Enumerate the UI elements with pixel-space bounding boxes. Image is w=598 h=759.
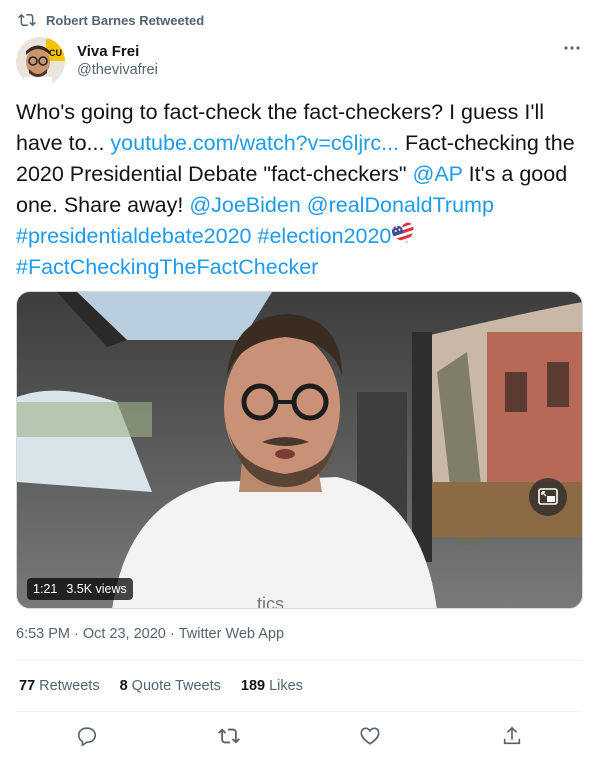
- shirt-print: ...tics: [242, 594, 284, 609]
- author-handle[interactable]: @thevivafrei: [77, 61, 158, 80]
- divider: [16, 711, 582, 712]
- retweets-count: 77: [19, 678, 36, 694]
- video-thumbnail: ...tics: [17, 292, 582, 609]
- hashtag-factcheckingthefactchecker[interactable]: #FactCheckingTheFactChecker: [16, 255, 318, 279]
- us-flag-heart-emoji: [390, 221, 418, 246]
- mention-ap[interactable]: @AP: [413, 162, 463, 186]
- tweet-text: Who's going to fact-check the fact-check…: [16, 97, 586, 283]
- meta-separator: ·: [74, 626, 79, 642]
- engagement-stats: 77 Retweets 8 Quote Tweets 189 Likes: [19, 678, 303, 694]
- more-options-icon[interactable]: [562, 40, 582, 56]
- share-icon[interactable]: [501, 725, 523, 747]
- quote-tweets-label: Quote Tweets: [131, 678, 221, 694]
- mention-realdonaldtrump[interactable]: @realDonaldTrump: [307, 193, 494, 217]
- retweet-action-icon[interactable]: [218, 725, 240, 747]
- youtube-link[interactable]: youtube.com/watch?v=c6ljrc...: [110, 131, 399, 155]
- hashtag-presidentialdebate2020[interactable]: #presidentialdebate2020: [16, 224, 252, 248]
- video-duration: 1:21: [33, 582, 58, 596]
- retweet-label: Robert Barnes Retweeted: [46, 12, 205, 28]
- tweet-source[interactable]: Twitter Web App: [179, 626, 284, 642]
- reply-icon[interactable]: [76, 725, 98, 747]
- avatar-badge-text: CU: [49, 48, 62, 58]
- tweet-author: CU Viva Frei @thevivafrei: [16, 36, 582, 86]
- video-views: 3.5K views: [66, 582, 127, 596]
- tweet-time[interactable]: 6:53 PM: [16, 626, 70, 642]
- divider: [16, 660, 582, 661]
- like-icon[interactable]: [359, 725, 381, 747]
- tweet-date[interactable]: Oct 23, 2020: [83, 626, 166, 642]
- likes-count: 189: [240, 678, 266, 694]
- meta-separator: ·: [169, 626, 175, 642]
- tweet-meta: 6:53 PM · Oct 23, 2020 · Twitter Web App: [16, 626, 284, 642]
- hashtag-election2020[interactable]: #election2020: [258, 224, 392, 248]
- video-duration-badge: 1:21 3.5K views: [27, 578, 133, 600]
- mention-joebiden[interactable]: @JoeBiden: [189, 193, 300, 217]
- likes-stat[interactable]: 189 Likes: [241, 678, 303, 694]
- tweet-actions: [0, 719, 598, 753]
- likes-label: Likes: [269, 678, 303, 694]
- picture-in-picture-icon[interactable]: [529, 478, 567, 516]
- retweets-label: Retweets: [39, 678, 100, 694]
- video-player[interactable]: ...tics 1:21 3.5K views: [16, 291, 583, 609]
- quote-tweets-count: 8: [119, 678, 128, 694]
- retweet-banner[interactable]: Robert Barnes Retweeted: [18, 11, 204, 29]
- avatar[interactable]: CU: [16, 36, 65, 86]
- author-display-name[interactable]: Viva Frei: [77, 42, 158, 61]
- retweets-stat[interactable]: 77 Retweets: [19, 678, 100, 694]
- quote-tweets-stat[interactable]: 8 Quote Tweets: [120, 678, 221, 694]
- retweet-icon: [18, 11, 36, 29]
